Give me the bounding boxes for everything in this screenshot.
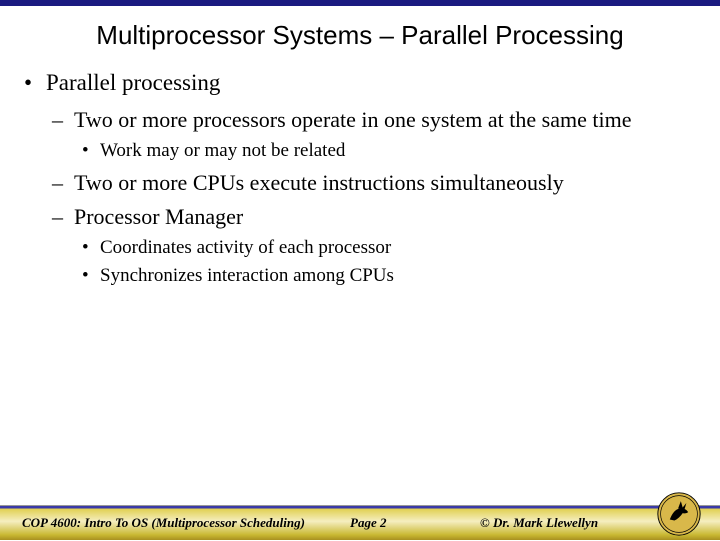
bullet-level3: Synchronizes interaction among CPUs	[74, 264, 696, 288]
footer: COP 4600: Intro To OS (Multiprocessor Sc…	[0, 505, 720, 540]
bullet-text: Processor Manager	[74, 204, 243, 229]
bullet-level2: Two or more processors operate in one sy…	[46, 106, 696, 163]
footer-copyright: © Dr. Mark Llewellyn	[480, 515, 598, 531]
footer-page: Page 2	[350, 515, 480, 531]
footer-bar: COP 4600: Intro To OS (Multiprocessor Sc…	[0, 506, 720, 540]
bullet-text: Synchronizes interaction among CPUs	[100, 265, 394, 286]
slide-title: Multiprocessor Systems – Parallel Proces…	[0, 6, 720, 69]
bullet-level2: Two or more CPUs execute instructions si…	[46, 169, 696, 197]
footer-course: COP 4600: Intro To OS (Multiprocessor Sc…	[0, 515, 350, 531]
bullet-text: Two or more CPUs execute instructions si…	[74, 170, 564, 195]
bullet-text: Coordinates activity of each processor	[100, 237, 391, 258]
bullet-text: Work may or may not be related	[100, 140, 345, 161]
bullet-level3: Work may or may not be related	[74, 139, 696, 163]
bullet-level3: Coordinates activity of each processor	[74, 236, 696, 260]
bullet-level2: Processor Manager Coordinates activity o…	[46, 203, 696, 288]
bullet-text: Parallel processing	[46, 70, 220, 95]
bullet-level1: Parallel processing Two or more processo…	[24, 69, 696, 288]
bullet-text: Two or more processors operate in one sy…	[74, 107, 631, 132]
slide-content: Parallel processing Two or more processo…	[0, 69, 720, 288]
ucf-pegasus-logo-icon	[656, 491, 702, 537]
